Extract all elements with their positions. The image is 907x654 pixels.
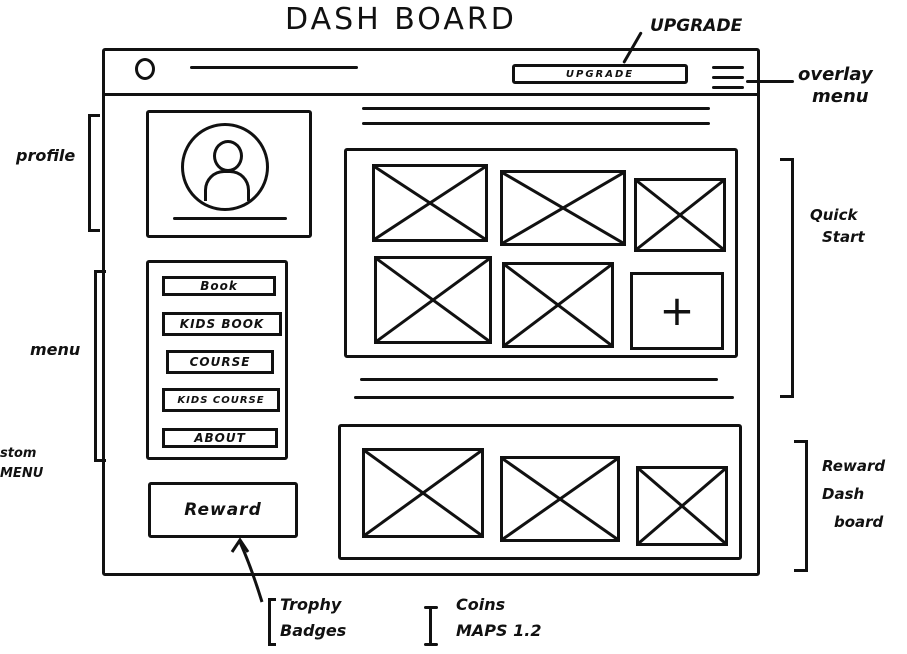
content-heading-line <box>362 107 710 110</box>
page-title: DASH BOARD <box>285 2 517 37</box>
upgrade-button[interactable]: UPGRADE <box>512 64 688 84</box>
plus-icon: + <box>659 286 695 335</box>
quick-start-tile[interactable] <box>500 170 626 246</box>
add-tile-button[interactable]: + <box>630 272 724 350</box>
annotation-profile: profile <box>16 146 76 165</box>
profile-card <box>146 110 312 238</box>
reward-button[interactable]: Reward <box>148 482 298 538</box>
user-avatar-icon <box>181 123 269 211</box>
reward-button-label: Reward <box>184 500 262 520</box>
profile-bracket <box>88 114 100 232</box>
reward-dashboard-tile[interactable] <box>362 448 484 538</box>
overlay-menu-pointer <box>746 80 794 83</box>
reward-dashboard-tile[interactable] <box>636 466 728 546</box>
annotation-overlay-menu: overlay menu <box>798 64 873 107</box>
reward-dashboard-bracket <box>794 440 808 572</box>
profile-name-line <box>173 217 287 220</box>
menu-item-course[interactable]: COURSE <box>166 350 274 374</box>
reward-dashboard-tile[interactable] <box>500 456 620 542</box>
menu-item-book[interactable]: Book <box>162 276 276 296</box>
quick-start-tile[interactable] <box>372 164 488 242</box>
annotation-menu: menu <box>30 340 81 359</box>
coins-bracket <box>424 606 438 646</box>
annotation-coins-maps: Coins MAPS 1.2 <box>456 595 542 640</box>
content-subheading-line <box>362 122 710 125</box>
menu-item-about[interactable]: ABOUT <box>162 428 278 448</box>
quick-start-bracket <box>780 158 794 398</box>
header-divider <box>102 93 760 96</box>
menu-item-kids-course[interactable]: KIDS COURSE <box>162 388 280 412</box>
quick-start-tile[interactable] <box>374 256 492 344</box>
content-mid-line <box>360 378 718 381</box>
annotation-trophy-badges: Trophy Badges <box>280 595 347 640</box>
menu-bracket <box>94 270 106 462</box>
upgrade-button-label: UPGRADE <box>565 68 635 80</box>
annotation-quick-start: Quick Start <box>810 206 865 246</box>
header-nav-line <box>190 66 358 69</box>
menu-item-kids-book[interactable]: KIDS BOOK <box>162 312 282 336</box>
annotation-reward-dashboard: Reward Dash board <box>822 457 886 531</box>
hamburger-icon[interactable] <box>712 66 746 92</box>
trophy-bracket <box>268 598 276 646</box>
content-mid-line <box>354 396 734 399</box>
annotation-custom-menu: stom MENU <box>0 446 44 481</box>
logo-icon <box>135 58 155 80</box>
quick-start-tile[interactable] <box>502 262 614 348</box>
reward-arrow <box>230 537 264 603</box>
quick-start-tile[interactable] <box>634 178 726 252</box>
annotation-upgrade: UPGRADE <box>650 16 743 36</box>
